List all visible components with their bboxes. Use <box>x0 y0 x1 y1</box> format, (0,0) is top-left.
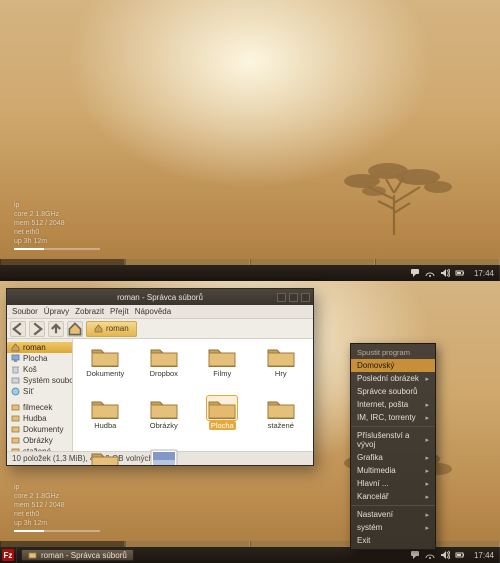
sidebar-item[interactable]: Hudba <box>7 413 72 424</box>
path-label: roman <box>106 324 129 333</box>
status-text: 10 položek (1,3 MiB), 403,9 GB volných <box>12 454 153 463</box>
filezilla-launcher[interactable]: Fz <box>2 549 14 561</box>
system-tray <box>406 268 469 278</box>
desktop-context-menu[interactable]: Spustit programDomovskýPoslední obrázek▸… <box>350 343 436 550</box>
file-item[interactable]: Hudba <box>77 397 134 447</box>
file-item[interactable]: Dropbox <box>136 345 193 395</box>
network-icon[interactable] <box>425 268 435 278</box>
panel-top[interactable]: 17:44 <box>0 265 500 281</box>
file-item[interactable]: Filmy <box>194 345 251 395</box>
taskbar-window-button[interactable]: roman - Správca súborů <box>21 549 134 561</box>
desktop-widget: ipcore 2 1.8GHzmem 512 / 2048net eth0up … <box>14 201 100 251</box>
context-menu-item[interactable]: Příslušenství a vývoj▸ <box>351 429 435 451</box>
file-manager-window[interactable]: roman - Správca súborů Soubor Úpravy Zobra… <box>6 288 314 466</box>
path-crumb[interactable]: roman <box>86 321 137 337</box>
menubar[interactable]: Soubor Úpravy Zobrazit Přejít Nápověda <box>7 305 313 319</box>
wallpaper-tree <box>334 157 464 235</box>
sidebar-item[interactable]: roman <box>7 342 72 353</box>
nav-up-button[interactable] <box>48 321 64 337</box>
task-label: roman - Správca súborů <box>41 551 127 560</box>
context-menu-item[interactable]: Exit <box>351 534 435 547</box>
context-menu-item[interactable]: IM, IRC, torrenty▸ <box>351 411 435 424</box>
clock[interactable]: 17:44 <box>469 547 500 563</box>
menu-zobrazit[interactable]: Zobrazit <box>75 307 104 316</box>
context-menu-item[interactable]: Internet, pošta▸ <box>351 398 435 411</box>
context-menu-item[interactable]: Multimedia▸ <box>351 464 435 477</box>
sidebar-item[interactable]: Obrázky <box>7 435 72 446</box>
context-menu-item[interactable]: Grafika▸ <box>351 451 435 464</box>
file-item[interactable]: Hry <box>253 345 310 395</box>
nav-back-button[interactable] <box>10 321 26 337</box>
context-menu-item[interactable]: systém▸ <box>351 521 435 534</box>
context-menu-item[interactable]: Kancelář▸ <box>351 490 435 503</box>
nav-forward-button[interactable] <box>29 321 45 337</box>
places-sidebar[interactable]: romanPlochaKošSystém souborůSíť filmecekH… <box>7 339 73 451</box>
chat-icon[interactable] <box>410 268 420 278</box>
window-title: roman - Správca súborů <box>117 293 203 302</box>
desktop-top: ipcore 2 1.8GHzmem 512 / 2048net eth0up … <box>0 0 500 281</box>
menu-nápověda[interactable]: Nápověda <box>135 307 171 316</box>
context-menu-header: Spustit program <box>351 346 435 359</box>
context-menu-item[interactable]: Správce souborů <box>351 385 435 398</box>
menu-přejít[interactable]: Přejít <box>110 307 129 316</box>
sidebar-item[interactable]: Koš <box>7 364 72 375</box>
window-maximize-button[interactable] <box>289 293 298 302</box>
menu-úpravy[interactable]: Úpravy <box>44 307 69 316</box>
clock[interactable]: 17:44 <box>469 265 500 281</box>
context-menu-item[interactable]: Poslední obrázek▸ <box>351 372 435 385</box>
context-menu-item[interactable]: Domovský <box>351 359 435 372</box>
icon-view[interactable]: DokumentyDropboxFilmyHry HudbaObrázkyPloc… <box>73 339 313 451</box>
sidebar-item[interactable]: Dokumenty <box>7 424 72 435</box>
sidebar-item[interactable]: filmecek <box>7 402 72 413</box>
sidebar-item[interactable]: Systém souborů <box>7 375 72 386</box>
sidebar-item[interactable]: Plocha <box>7 353 72 364</box>
volume-icon[interactable] <box>440 268 450 278</box>
chat-icon[interactable] <box>410 550 420 560</box>
system-tray <box>406 550 469 560</box>
context-menu-item[interactable]: Hlavní ...▸ <box>351 477 435 490</box>
window-titlebar[interactable]: roman - Správca súborů <box>7 289 313 305</box>
network-icon[interactable] <box>425 550 435 560</box>
toolbar: roman <box>7 319 313 339</box>
battery-icon[interactable] <box>455 268 465 278</box>
file-item[interactable]: Plocha <box>194 397 251 447</box>
context-menu-item[interactable]: Nastavení▸ <box>351 508 435 521</box>
volume-icon[interactable] <box>440 550 450 560</box>
nav-home-button[interactable] <box>67 321 83 337</box>
file-item[interactable]: Obrázky <box>136 397 193 447</box>
menu-soubor[interactable]: Soubor <box>12 307 38 316</box>
battery-icon[interactable] <box>455 550 465 560</box>
sidebar-item[interactable]: Síť <box>7 386 72 397</box>
window-minimize-button[interactable] <box>277 293 286 302</box>
desktop-widget: ipcore 2 1.8GHzmem 512 / 2048net eth0up … <box>14 483 100 533</box>
file-item[interactable]: stažené <box>253 397 310 447</box>
file-item[interactable]: Dokumenty <box>77 345 134 395</box>
window-close-button[interactable] <box>301 293 310 302</box>
